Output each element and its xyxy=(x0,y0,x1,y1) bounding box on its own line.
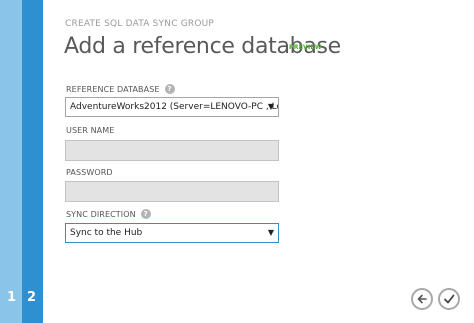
step-2-indicator[interactable]: 2 xyxy=(27,290,36,305)
finish-button[interactable] xyxy=(438,288,460,310)
preview-badge: PREVIEW xyxy=(289,44,322,51)
dropdown-arrow-icon: ▼ xyxy=(267,102,274,111)
user-name-label-text: USER NAME xyxy=(66,126,115,135)
reference-database-label: REFERENCE DATABASE ? xyxy=(66,84,175,94)
reference-database-label-text: REFERENCE DATABASE xyxy=(66,84,160,94)
back-arrow-icon xyxy=(417,294,427,304)
sync-direction-label: SYNC DIRECTION ? xyxy=(66,209,151,219)
help-icon[interactable]: ? xyxy=(140,209,151,219)
step-rail-2 xyxy=(22,0,43,323)
checkmark-icon xyxy=(444,294,455,304)
user-name-field[interactable] xyxy=(65,140,279,161)
wizard-header: CREATE SQL DATA SYNC GROUP xyxy=(65,19,215,29)
password-label: PASSWORD xyxy=(66,168,113,177)
dropdown-arrow-icon: ▼ xyxy=(267,228,274,237)
help-icon[interactable]: ? xyxy=(164,84,175,94)
password-field[interactable] xyxy=(65,181,279,202)
sync-direction-select[interactable]: Sync to the Hub ▼ xyxy=(65,223,279,243)
reference-database-select[interactable]: AdventureWorks2012 (Server=LENOVO-PC , L… xyxy=(65,97,279,117)
step-rail-1 xyxy=(0,0,22,323)
wizard-content: CREATE SQL DATA SYNC GROUP Add a referen… xyxy=(43,0,474,323)
reference-database-value: AdventureWorks2012 (Server=LENOVO-PC , L… xyxy=(70,102,279,112)
back-button[interactable] xyxy=(411,288,433,310)
sync-direction-label-text: SYNC DIRECTION xyxy=(66,209,136,219)
sync-direction-value: Sync to the Hub xyxy=(70,228,143,238)
step-1-indicator[interactable]: 1 xyxy=(7,290,16,305)
user-name-label: USER NAME xyxy=(66,126,114,135)
password-label-text: PASSWORD xyxy=(66,168,113,177)
